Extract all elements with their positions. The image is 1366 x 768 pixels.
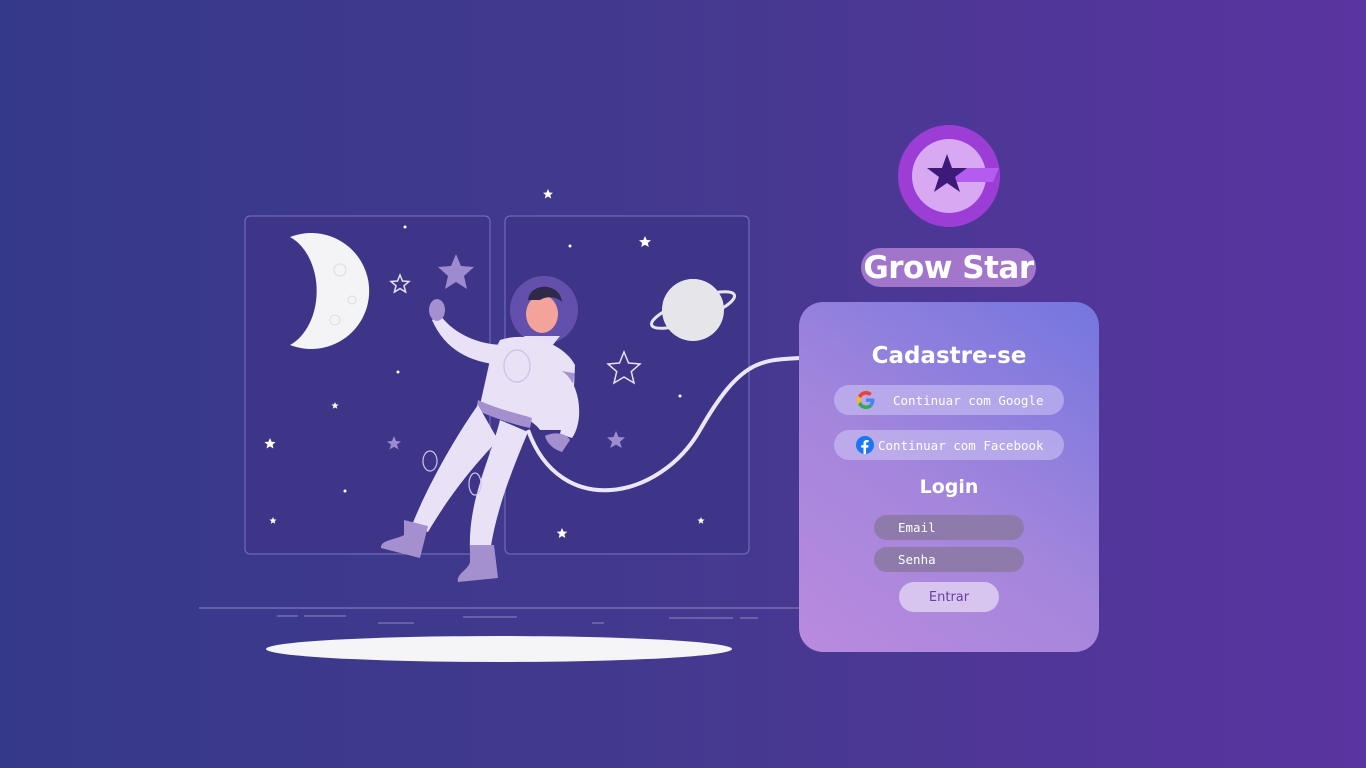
auth-card: Cadastre-se Continuar com Google Continu… [799, 302, 1099, 652]
google-icon [857, 391, 875, 409]
google-signin-button[interactable]: Continuar com Google [834, 385, 1064, 415]
facebook-signin-label: Continuar com Facebook [878, 437, 1044, 453]
login-title: Login [919, 476, 979, 498]
brand-title: Grow Star [863, 249, 1034, 286]
login-submit-button[interactable]: Entrar [899, 582, 999, 612]
google-signin-label: Continuar com Google [893, 392, 1044, 408]
facebook-signin-button[interactable]: Continuar com Facebook [834, 430, 1064, 460]
star-g-logo-icon [898, 125, 1000, 227]
password-field[interactable] [874, 547, 1024, 572]
brand-title-pill: Grow Star [861, 248, 1036, 287]
astronaut-illustration [199, 189, 801, 662]
facebook-icon [856, 436, 874, 454]
ground-shadow [266, 636, 732, 662]
signup-title: Cadastre-se [871, 343, 1027, 369]
email-field[interactable] [874, 515, 1024, 540]
